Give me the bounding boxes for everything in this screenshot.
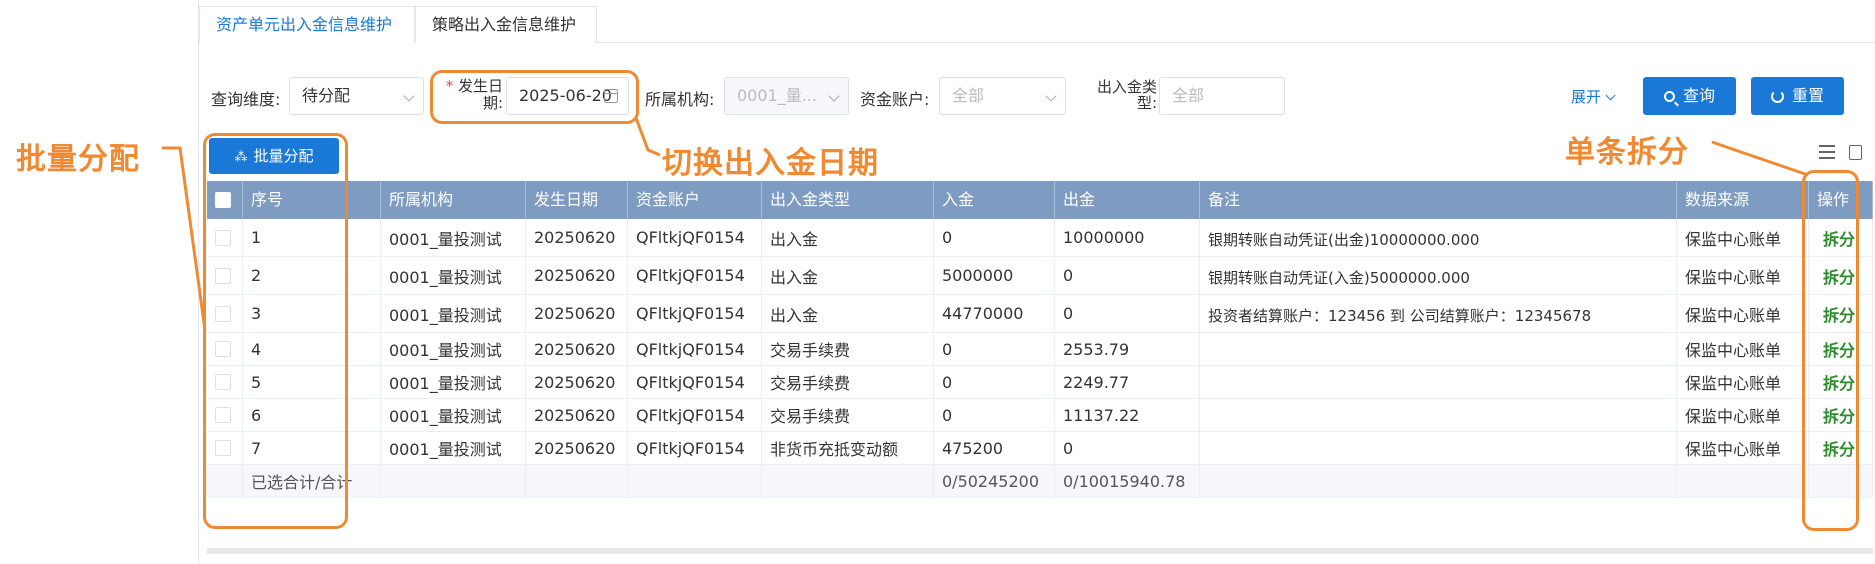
arrow-batch	[162, 146, 207, 331]
annotation-batch-text: 批量分配	[16, 142, 140, 177]
arrow-date	[634, 117, 661, 157]
arrow-split	[1711, 140, 1809, 177]
annotation-date-text: 切换出入金日期	[662, 146, 879, 181]
annotation-arrows	[162, 117, 1809, 331]
annotation-split-text: 单条拆分	[1565, 135, 1689, 170]
